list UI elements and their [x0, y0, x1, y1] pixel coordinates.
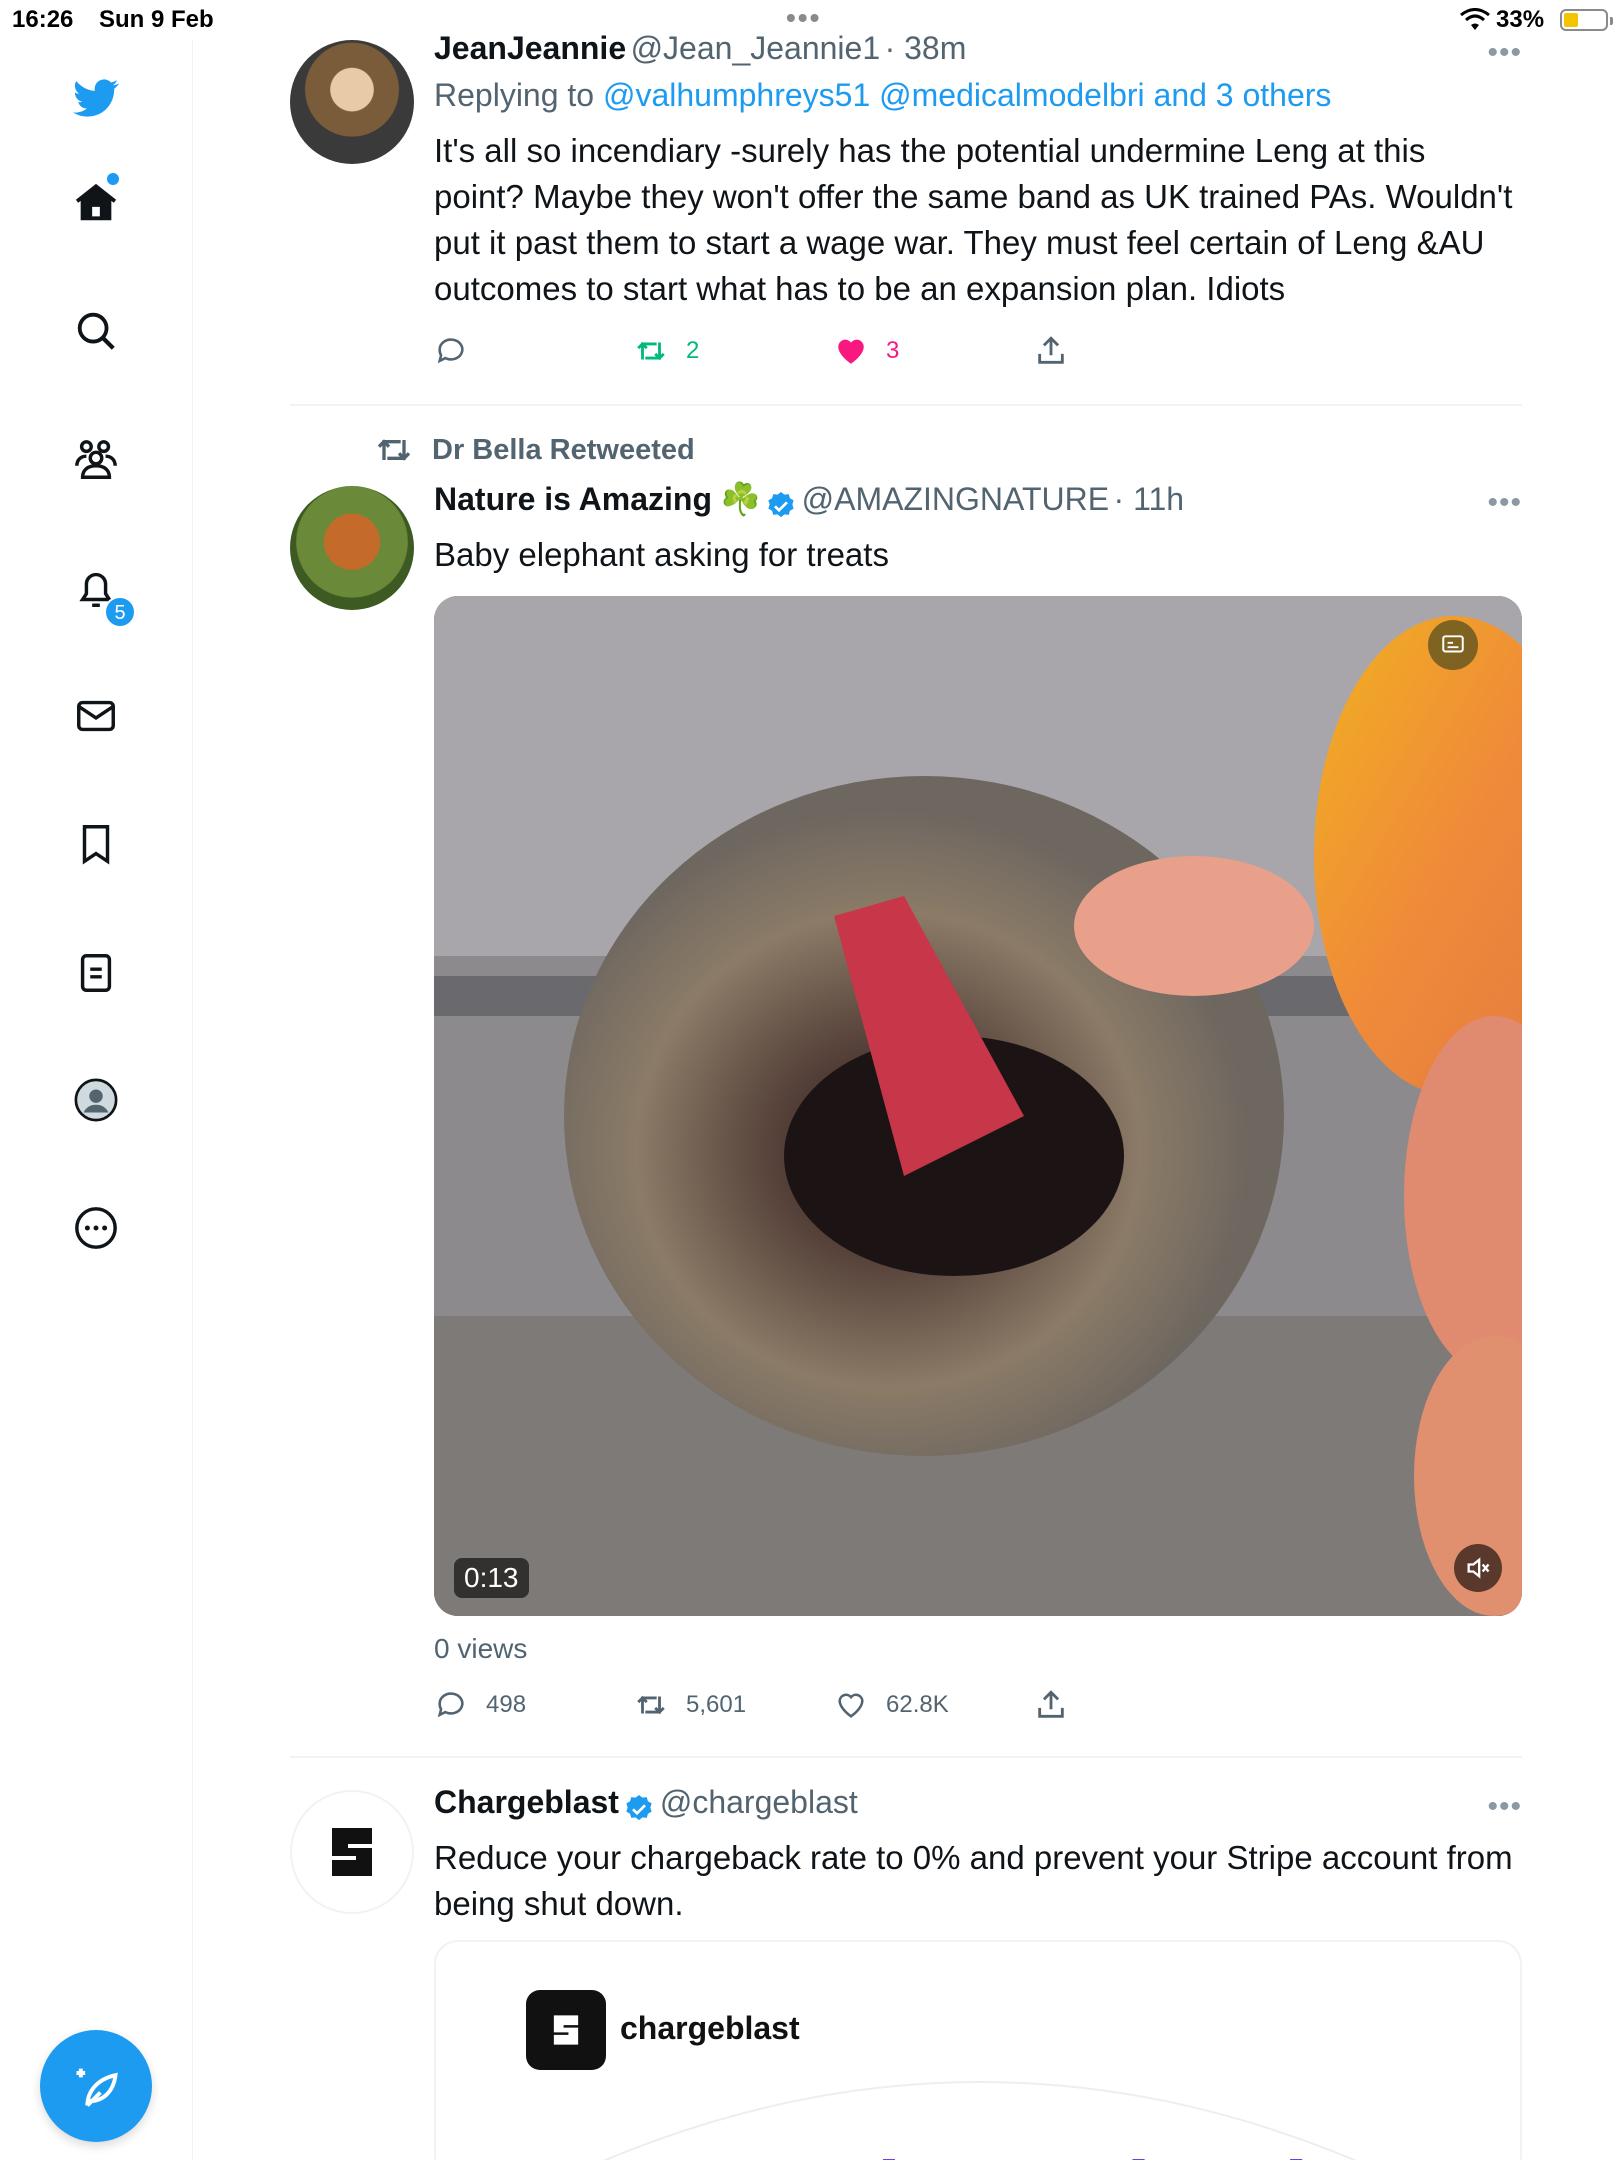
retweet-count: 2 — [686, 337, 700, 364]
like-count: 3 — [886, 337, 900, 364]
retweeted-indicator[interactable]: Dr Bella Retweeted — [374, 430, 695, 470]
tweet-actions: 498 5,601 62.8K — [434, 1688, 1134, 1728]
user-display-name[interactable]: JeanJeannie — [434, 30, 626, 66]
reply-button[interactable]: 498 — [434, 1688, 526, 1722]
card-logo-icon — [526, 1990, 606, 2070]
bookmarks-icon[interactable] — [66, 814, 126, 874]
tweet-header: Chargeblast @chargeblast — [434, 1784, 1522, 1825]
heart-filled-icon — [838, 339, 864, 364]
user-handle[interactable]: @Jean_Jeannie1 — [631, 30, 881, 66]
compose-tweet-button[interactable] — [40, 2030, 152, 2142]
user-avatar[interactable] — [290, 486, 414, 610]
replying-to-prefix: Replying to — [434, 77, 595, 113]
reply-button[interactable] — [434, 334, 468, 368]
user-display-name[interactable]: Chargeblast — [434, 1784, 619, 1820]
video-player[interactable]: 0:13 — [434, 596, 1522, 1616]
home-new-indicator — [107, 173, 119, 185]
messages-icon[interactable] — [66, 686, 126, 746]
video-views: 0 views — [434, 1633, 528, 1664]
tweet-text: Reduce your chargeback rate to 0% and pr… — [434, 1838, 1513, 1922]
like-button[interactable]: 3 — [834, 334, 899, 368]
share-button[interactable] — [1034, 334, 1068, 368]
share-icon — [1038, 336, 1064, 364]
user-display-name[interactable]: Nature is Amazing ☘️ — [434, 481, 761, 517]
retweeted-by[interactable]: Dr Bella Retweeted — [432, 434, 695, 467]
sidebar: 5 — [0, 40, 193, 2160]
tweet-header: JeanJeannie @Jean_Jeannie1 · 38m — [434, 30, 1522, 67]
notifications-badge: 5 — [104, 596, 136, 628]
tweet-chargeblast[interactable]: Chargeblast @chargeblast ••• Reduce your… — [290, 1780, 1522, 2160]
tweet-header: Nature is Amazing ☘️ @AMAZINGNATURE · 11… — [434, 480, 1522, 522]
retweet-small-icon — [377, 439, 411, 461]
retweet-button[interactable]: 2 — [634, 334, 699, 368]
status-date: Sun 9 Feb — [99, 6, 214, 33]
user-avatar[interactable] — [290, 1790, 414, 1914]
tweet-time[interactable]: · 38m — [885, 30, 967, 66]
more-options-icon[interactable] — [66, 1198, 126, 1258]
battery-icon — [1560, 9, 1613, 31]
user-handle[interactable]: @chargeblast — [660, 1784, 858, 1820]
lists-icon[interactable] — [66, 943, 126, 1003]
reply-icon — [437, 1692, 464, 1718]
replying-to-links[interactable]: @valhumphreys51 @medicalmodelbri and 3 o… — [603, 77, 1331, 113]
video-duration: 0:13 — [454, 1558, 529, 1598]
tweet-jeanjeannie[interactable]: JeanJeannie @Jean_Jeannie1 · 38m ••• Rep… — [290, 30, 1522, 408]
user-avatar[interactable] — [290, 40, 414, 164]
video-frame — [434, 596, 1522, 1616]
verified-badge-icon — [768, 491, 794, 517]
like-button[interactable]: 62.8K — [834, 1688, 949, 1722]
status-time: 16:26 — [12, 6, 74, 33]
reply-icon — [437, 338, 464, 364]
chargeblast-logo-icon — [332, 1828, 372, 1876]
mute-toggle-icon[interactable] — [1454, 1544, 1502, 1592]
retweet-icon — [637, 341, 665, 361]
tweet-text: It's all so incendiary -surely has the p… — [434, 132, 1513, 307]
tweet-more-icon[interactable]: ••• — [1487, 1790, 1522, 1824]
retweet-count: 5,601 — [686, 1691, 747, 1718]
tweet-actions: 2 3 — [434, 334, 1134, 374]
tweet-more-icon[interactable]: ••• — [1487, 36, 1522, 70]
tweet-time[interactable]: · 11h — [1114, 481, 1185, 517]
user-handle[interactable]: @AMAZINGNATURE — [802, 481, 1109, 517]
retweet-icon — [637, 1695, 665, 1715]
retweet-button[interactable]: 5,601 — [634, 1688, 746, 1722]
tweet-nature-is-amazing[interactable]: Dr Bella Retweeted Nature is Amazing ☘️ … — [290, 430, 1522, 1730]
verified-badge-icon — [626, 1794, 653, 1820]
media-info-icon[interactable] — [1428, 620, 1478, 670]
tweet-text: Baby elephant asking for treats — [434, 535, 889, 573]
twitter-logo-icon[interactable] — [66, 68, 126, 128]
profile-avatar-icon[interactable] — [66, 1070, 126, 1130]
tweet-divider — [290, 1756, 1522, 1758]
replying-to: Replying to @valhumphreys51 @medicalmode… — [434, 77, 1522, 114]
reply-count: 498 — [486, 1691, 527, 1718]
search-icon[interactable] — [66, 301, 126, 361]
communities-icon[interactable] — [66, 430, 126, 490]
card-brand: chargeblast — [620, 2010, 800, 2046]
ad-card[interactable]: chargeblast Zero Chargebacks — [434, 1940, 1522, 2160]
share-button[interactable] — [1034, 1688, 1068, 1722]
card-headline: Zero Chargebacks — [586, 2142, 1386, 2160]
tweet-more-icon[interactable]: ••• — [1487, 486, 1522, 520]
like-count: 62.8K — [886, 1691, 949, 1718]
heart-icon — [838, 1693, 864, 1718]
tweet-divider — [290, 404, 1522, 406]
share-icon — [1038, 1690, 1064, 1718]
